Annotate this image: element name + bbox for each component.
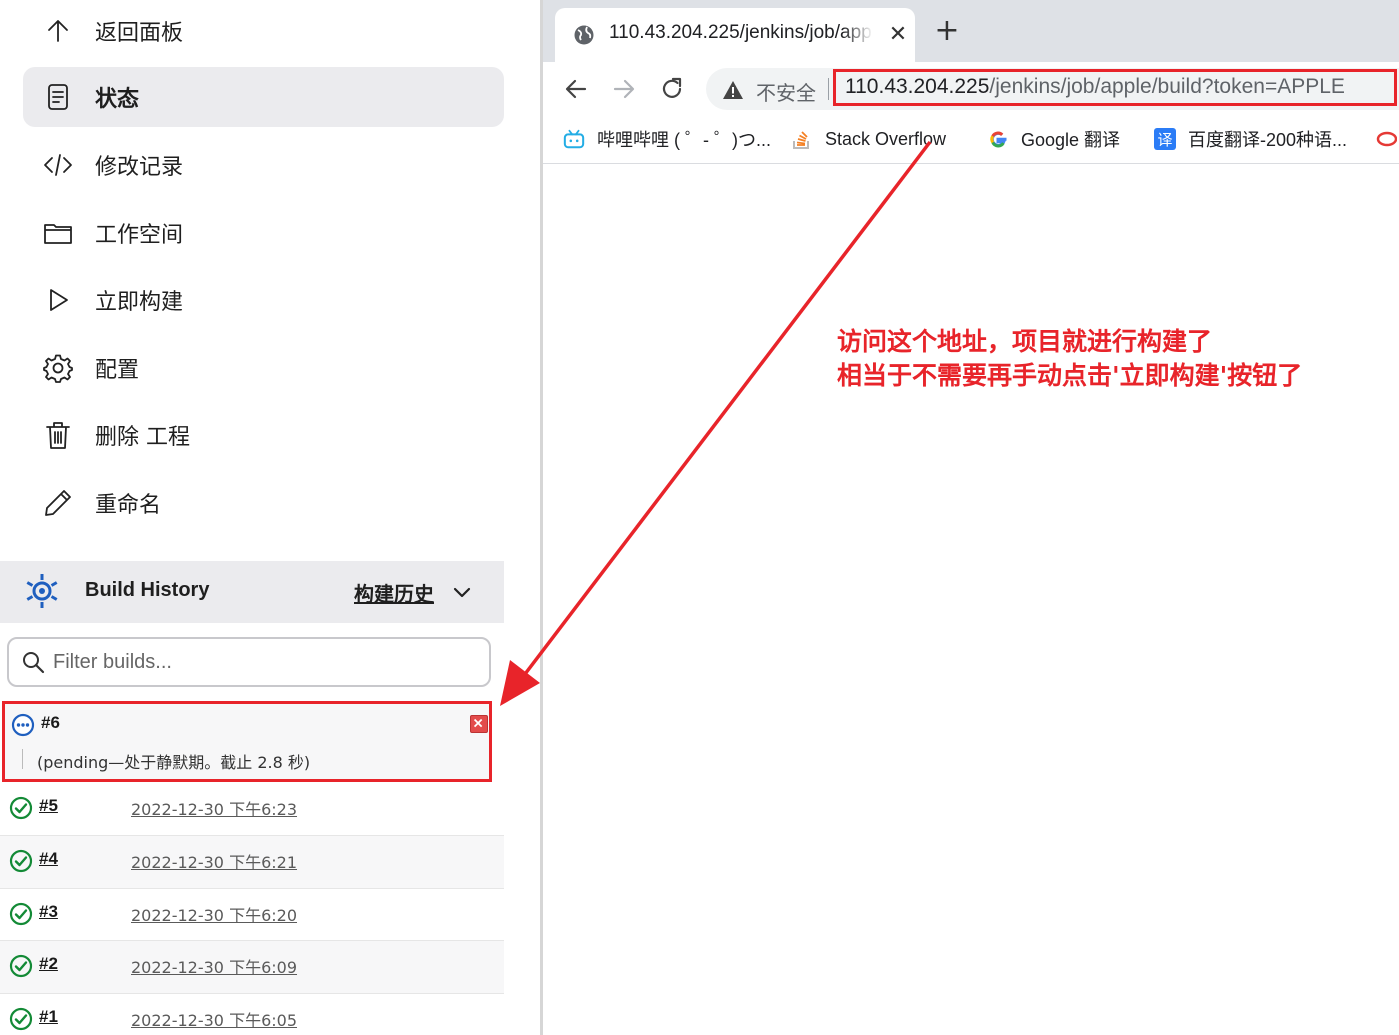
play-icon	[41, 283, 75, 317]
sidebar-item-label: 删除 工程	[95, 425, 190, 450]
new-tab-button[interactable]: +	[931, 16, 963, 48]
cancel-build-icon[interactable]	[470, 715, 488, 733]
build-row: #3 2022-12-30 下午6:20	[0, 888, 504, 941]
sidebar-item-label: 状态	[95, 87, 140, 112]
build-date-link[interactable]: 2022-12-30 下午6:23	[131, 796, 297, 820]
bookmark-google-translate[interactable]: Google 翻译	[987, 126, 1120, 152]
pencil-icon	[41, 486, 75, 520]
build-history-link[interactable]: 构建历史	[354, 578, 434, 607]
build-number-link[interactable]: #2	[39, 954, 58, 974]
bookmark-label: Google 翻译	[1021, 130, 1121, 150]
sidebar-item-label: 立即构建	[95, 290, 184, 315]
sidebar-item-rename[interactable]: 重命名	[23, 473, 504, 533]
globe-icon	[574, 25, 594, 45]
success-check-icon	[9, 796, 33, 820]
build-history-header: Build History 构建历史	[0, 561, 504, 623]
build-date-link[interactable]: 2022-12-30 下午6:21	[131, 849, 297, 873]
success-check-icon	[9, 1007, 33, 1031]
success-check-icon	[9, 954, 33, 978]
sidebar-item-configure[interactable]: 配置	[23, 338, 504, 398]
tab-title: 110.43.204.225/jenkins/job/apple/build?t…	[609, 22, 871, 43]
sidebar-item-back-to-dashboard[interactable]: 返回面板	[23, 1, 504, 61]
forward-button[interactable]	[608, 73, 640, 105]
sidebar-item-label: 配置	[95, 358, 140, 383]
search-icon	[23, 652, 45, 674]
svg-text:译: 译	[1157, 131, 1172, 149]
sidebar-item-changes[interactable]: 修改记录	[23, 135, 504, 195]
sidebar-item-label: 工作空间	[95, 223, 184, 248]
bookmark-stackoverflow[interactable]: Stack Overflow	[791, 126, 946, 152]
pending-icon	[11, 713, 35, 737]
build-number-link[interactable]: #1	[39, 1007, 58, 1027]
bookmark-favicon-icon	[1375, 128, 1397, 150]
sidebar-item-build-now[interactable]: 立即构建	[23, 270, 504, 330]
baidu-translate-icon: 译	[1154, 128, 1176, 150]
bookmark-label: Stack Overflow	[825, 128, 947, 149]
reload-button[interactable]	[656, 73, 688, 105]
build-history-icon	[26, 574, 58, 608]
gear-icon	[41, 351, 75, 385]
reload-icon	[662, 77, 682, 98]
build-number[interactable]: #6	[41, 713, 60, 733]
build-date-link[interactable]: 2022-12-30 下午6:05	[131, 1007, 297, 1031]
build-row: #5 2022-12-30 下午6:23	[0, 783, 504, 836]
filter-builds-input[interactable]	[53, 650, 473, 674]
sidebar-item-delete-project[interactable]: 删除 工程	[23, 405, 504, 465]
divider	[828, 78, 829, 100]
bookmark-label: 哔哩哔哩 ( ゜- ゜)つ...	[597, 130, 771, 150]
build-date-link[interactable]: 2022-12-30 下午6:20	[131, 902, 297, 926]
sidebar-item-label: 重命名	[95, 493, 162, 518]
browser-tab[interactable]: 110.43.204.225/jenkins/job/apple/build?t…	[555, 8, 915, 62]
annotation-line-1: 访问这个地址，项目就进行构建了	[837, 327, 1213, 356]
folder-icon	[41, 216, 75, 250]
build-row: #1 2022-12-30 下午6:05	[0, 993, 504, 1035]
bilibili-icon	[563, 128, 585, 150]
build-date-link[interactable]: 2022-12-30 下午6:09	[131, 954, 297, 978]
divider	[22, 749, 23, 769]
insecure-label[interactable]: 不安全	[756, 77, 816, 106]
annotation-text: 访问这个地址，项目就进行构建了 相当于不需要再手动点击'立即构建'按钮了	[837, 325, 1302, 393]
build-number-link[interactable]: #5	[39, 796, 58, 816]
document-icon	[41, 80, 75, 114]
bookmark-bilibili[interactable]: 哔哩哔哩 ( ゜- ゜)つ...	[563, 126, 771, 152]
filter-builds-field[interactable]	[7, 637, 491, 687]
chevron-down-icon[interactable]	[450, 580, 474, 604]
code-icon	[41, 148, 75, 182]
jenkins-sidebar: 返回面板 状态 修改记录 工作空间 立即构建 配置 删除 工程 重命名 Buil…	[0, 0, 541, 1035]
sidebar-item-status[interactable]: 状态	[23, 67, 504, 127]
bookmarks-bar: 哔哩哔哩 ( ゜- ゜)つ... Stack Overflow Google 翻…	[543, 116, 1399, 164]
sidebar-item-workspace[interactable]: 工作空间	[23, 203, 504, 263]
annotation-line-2: 相当于不需要再手动点击'立即构建'按钮了	[837, 361, 1303, 390]
build-row: #4 2022-12-30 下午6:21	[0, 835, 504, 888]
success-check-icon	[9, 849, 33, 873]
trash-icon	[41, 418, 75, 452]
arrow-right-icon	[613, 79, 635, 99]
pending-status-text: (pending—处于静默期。截止 2.8 秒)	[37, 753, 311, 772]
sidebar-item-label: 修改记录	[95, 155, 184, 180]
arrow-up-icon	[41, 14, 75, 48]
bookmark-label: 百度翻译-200种语...	[1188, 130, 1348, 150]
bookmark-baidu-translate[interactable]: 译 百度翻译-200种语...	[1154, 126, 1347, 152]
tab-strip: 110.43.204.225/jenkins/job/apple/build?t…	[543, 0, 1399, 62]
build-row: #2 2022-12-30 下午6:09	[0, 940, 504, 993]
close-icon[interactable]: ✕	[885, 22, 911, 48]
stackoverflow-icon	[791, 128, 813, 150]
google-icon	[987, 128, 1009, 150]
back-button[interactable]	[560, 73, 592, 105]
build-history-title: Build History	[85, 579, 210, 601]
page-content-blank	[543, 165, 1399, 1035]
bookmark-overflow[interactable]	[1375, 126, 1397, 152]
pending-build-row[interactable]: #6 (pending—处于静默期。截止 2.8 秒)	[2, 701, 492, 782]
arrow-left-icon	[565, 79, 587, 99]
build-number-link[interactable]: #4	[39, 849, 58, 869]
success-check-icon	[9, 902, 33, 926]
warning-icon[interactable]	[722, 79, 744, 101]
url-highlight-box	[833, 69, 1397, 106]
tab-title-fade	[843, 18, 873, 52]
sidebar-item-label: 返回面板	[95, 21, 184, 46]
browser-window: 110.43.204.225/jenkins/job/apple/build?t…	[543, 0, 1399, 1035]
build-number-link[interactable]: #3	[39, 902, 58, 922]
